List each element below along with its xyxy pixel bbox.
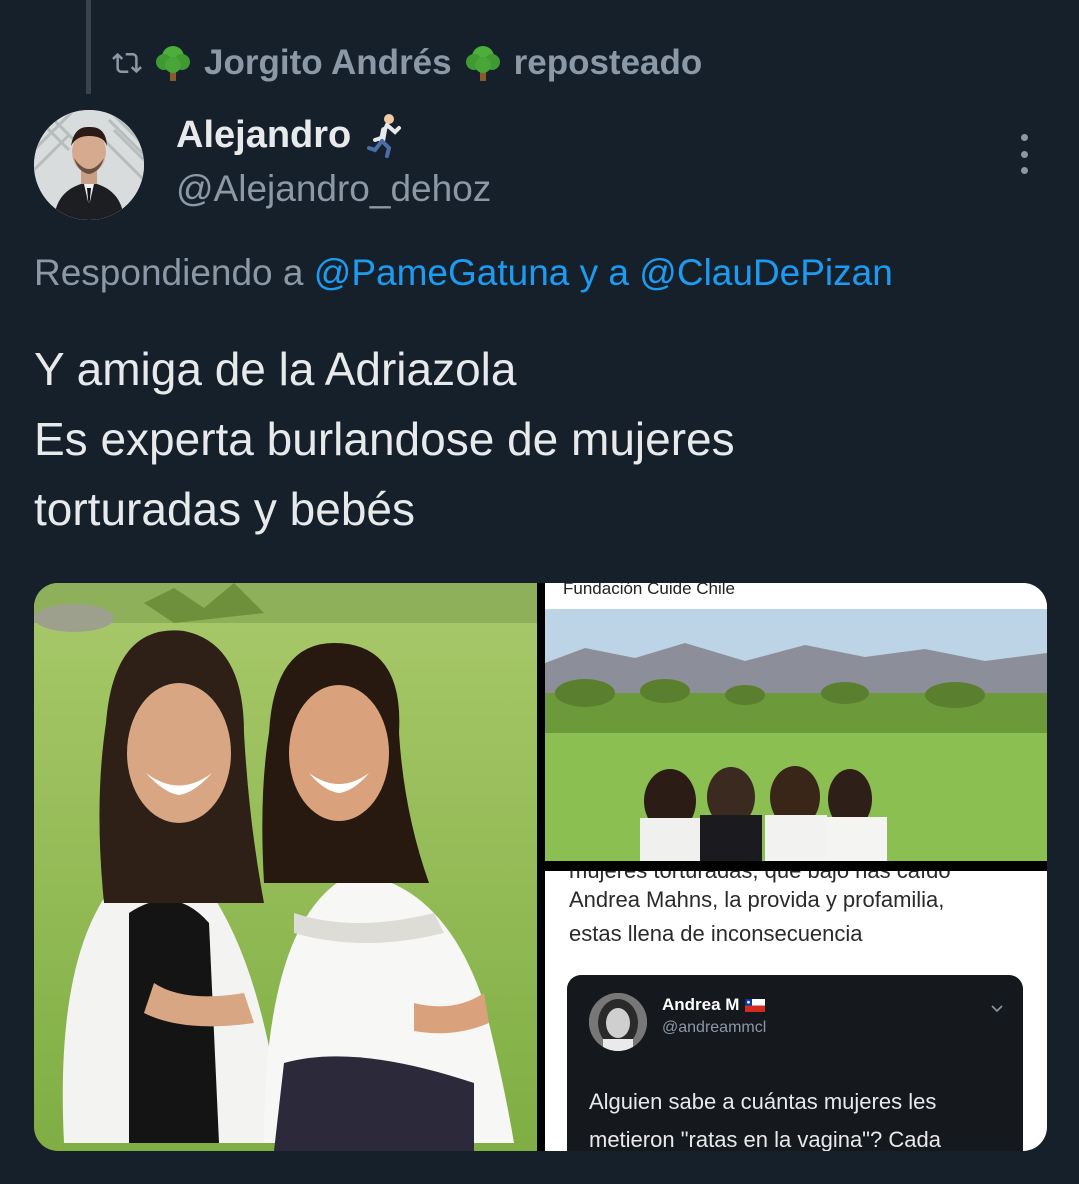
screenshot-line: estas llena de inconsecuencia [569, 921, 863, 946]
avatar-image [34, 110, 144, 220]
repost-context: Jorgito Andrés reposteado [112, 38, 702, 88]
photo-four-women-field [545, 583, 1047, 861]
photo-two-women [34, 583, 537, 1151]
media-photo-top-right[interactable]: Fundación Cuide Chile [545, 583, 1047, 861]
screenshot-line: Andrea Mahns, la provida y profamilia, [569, 887, 945, 912]
media-photo-left[interactable] [34, 583, 537, 1151]
embedded-name-row: Andrea M [662, 995, 766, 1015]
screenshot-text: mujeres torturadas, que bajo has caído A… [569, 871, 1039, 951]
chile-flag-icon [745, 998, 766, 1012]
media-grid: Fundación Cuide Chile mujeres torturadas… [34, 583, 1047, 1151]
replying-connector[interactable]: y a [580, 252, 629, 293]
photo-caption: Fundación Cuide Chile [563, 583, 735, 598]
thread-line [86, 0, 91, 94]
runner-icon [367, 114, 402, 158]
embedded-tweet-card: Andrea M @andreammcl Alguien sabe a cuán… [567, 975, 1023, 1151]
mention-link[interactable]: @ClauDePizan [639, 252, 893, 293]
tweet-text-line: Es experta burlandose de mujeres [34, 413, 735, 465]
replying-prefix: Respondiendo a [34, 252, 304, 293]
embedded-tweet-text: Alguien sabe a cuántas mujeres les metie… [589, 1089, 941, 1151]
repost-label-text: reposteado [513, 43, 703, 82]
embedded-avatar [589, 993, 647, 1051]
replying-to: Respondiendo a @PameGatuna y a @ClauDePi… [34, 252, 893, 294]
author-handle[interactable]: @Alejandro_dehoz [176, 168, 491, 210]
tweet-text: Y amiga de la Adriazola Es experta burla… [34, 334, 1044, 544]
tweet-text-line: torturadas y bebés [34, 483, 416, 535]
media-screenshot-bottom-right[interactable]: mujeres torturadas, que bajo has caído A… [545, 871, 1047, 1151]
tree-icon [465, 46, 500, 81]
more-options-icon[interactable] [1006, 134, 1042, 174]
tweet-text-line: Y amiga de la Adriazola [34, 343, 517, 395]
avatar[interactable] [34, 110, 144, 220]
embedded-display-name: Andrea M [662, 995, 740, 1014]
author-display-name[interactable]: Alejandro [176, 114, 351, 157]
author-name-row: Alejandro [176, 112, 405, 158]
repost-label[interactable]: Jorgito Andrés reposteado [154, 43, 702, 83]
repost-icon [112, 52, 142, 74]
chevron-down-icon [991, 1005, 1003, 1013]
reposter-name[interactable]: Jorgito Andrés [204, 43, 452, 83]
embedded-handle: @andreammcl [662, 1019, 767, 1036]
screenshot-cut-line: mujeres torturadas, que bajo has caído [569, 871, 1039, 883]
tree-icon [156, 46, 190, 81]
mention-link[interactable]: @PameGatuna [314, 252, 570, 293]
